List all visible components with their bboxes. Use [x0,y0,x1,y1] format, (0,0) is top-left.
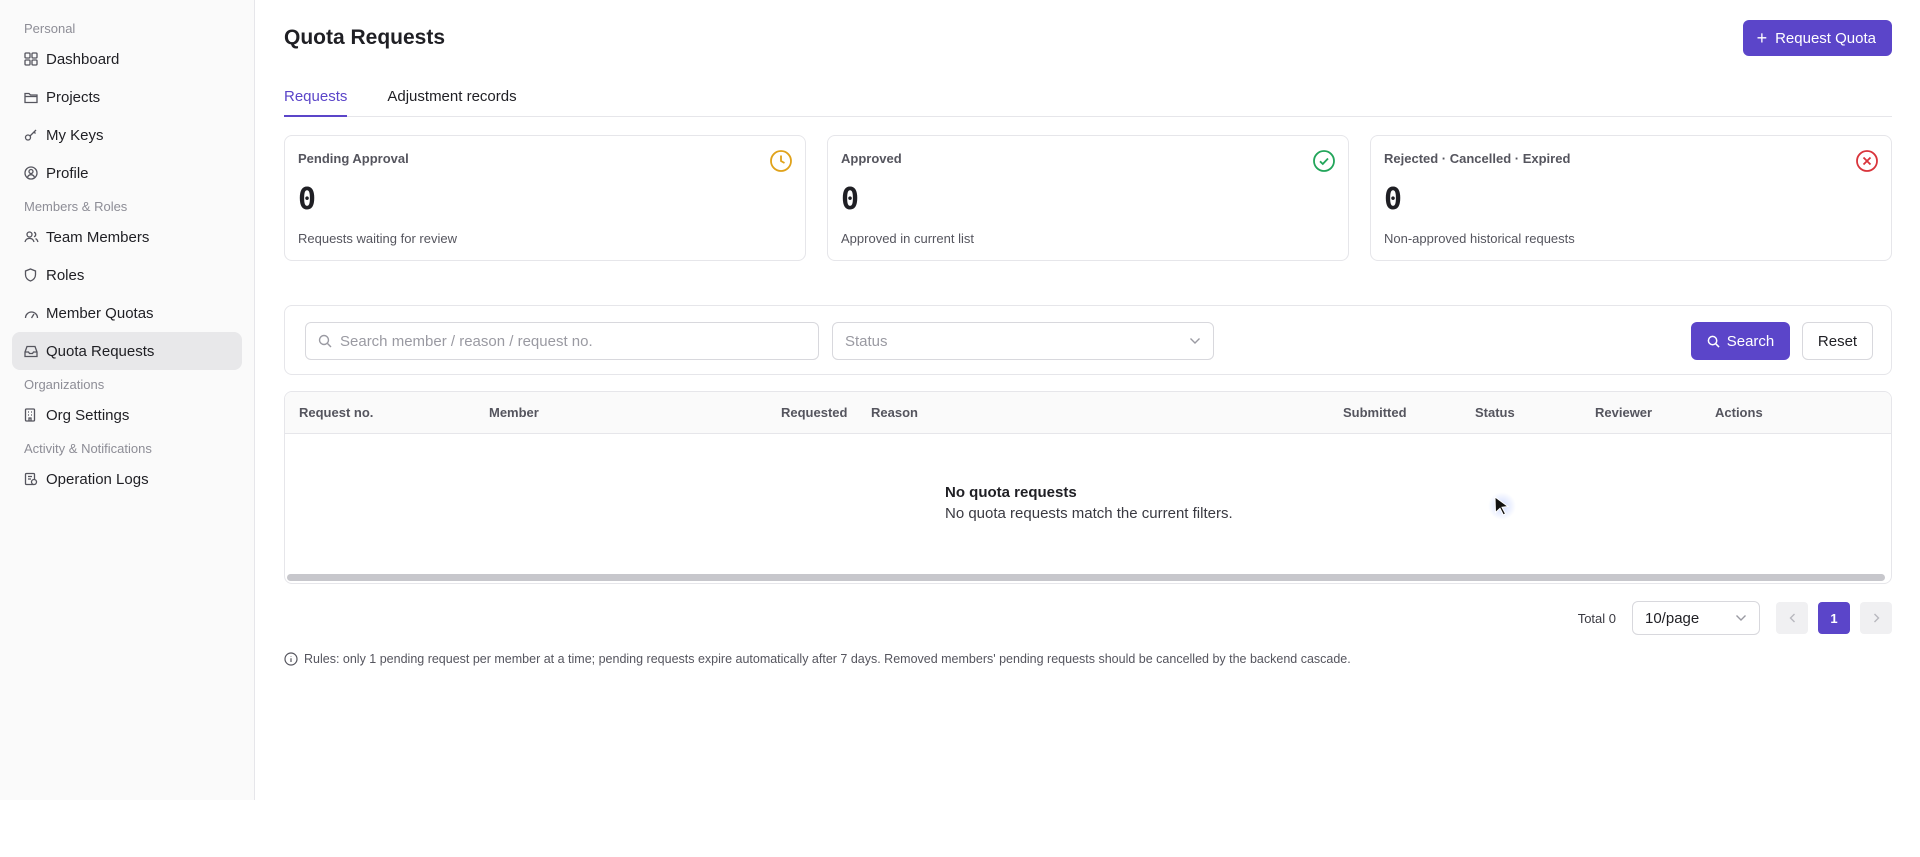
requests-table: Request no. Member Requested Reason Subm… [284,391,1892,584]
total-count: Total 0 [1577,610,1616,626]
folder-icon [24,89,46,105]
shield-icon [24,267,46,283]
card-title: Approved [841,151,902,166]
sidebar-item-my-keys[interactable]: My Keys [12,116,242,154]
card-rejected-cancelled-expired: Rejected · Cancelled · Expired 0 Non-app… [1370,135,1892,261]
sidebar-item-label: Profile [46,164,89,182]
sidebar-item-projects[interactable]: Projects [12,78,242,116]
tab-bar: Requests Adjustment records [284,85,1892,117]
search-input[interactable] [340,332,800,350]
pagination: Total 0 10/page 1 [1578,601,1892,635]
rules-note: Rules: only 1 pending request per member… [284,652,1351,666]
sidebar-item-label: Org Settings [46,406,130,424]
page-button-current[interactable]: 1 [1818,602,1850,634]
sidebar-section-organizations: Organizations [24,377,105,392]
cursor-arrow-icon [1494,496,1510,516]
sidebar-item-label: Dashboard [46,50,120,68]
sidebar-item-label: My Keys [46,126,104,144]
empty-state: No quota requests No quota requests matc… [945,484,1233,522]
column-submitted[interactable]: Submitted [1343,405,1407,420]
status-select-placeholder: Status [845,332,888,350]
card-pending-approval: Pending Approval 0 Requests waiting for … [284,135,806,261]
sidebar-section-members-roles: Members & Roles [24,199,128,214]
card-value: 0 [298,182,317,217]
chevron-down-icon [1736,615,1746,621]
horizontal-scrollbar[interactable] [287,574,1885,581]
sidebar: Personal Dashboard Projects My Keys Prof… [0,0,255,800]
card-value: 0 [1384,182,1403,217]
reset-button[interactable]: Reset [1802,322,1873,360]
search-button[interactable]: Search [1691,322,1790,360]
card-approved: Approved 0 Approved in current list [827,135,1349,261]
card-description: Requests waiting for review [298,231,457,246]
tab-adjustment-records[interactable]: Adjustment records [387,85,516,117]
column-status[interactable]: Status [1475,405,1515,420]
column-reason[interactable]: Reason [871,405,918,420]
x-circle-icon [1856,150,1878,172]
column-requested[interactable]: Requested [781,405,847,420]
prev-page-button[interactable] [1776,602,1808,634]
inbox-icon [24,343,46,359]
column-reviewer[interactable]: Reviewer [1595,405,1652,420]
sidebar-item-roles[interactable]: Roles [12,256,242,294]
sidebar-item-dashboard[interactable]: Dashboard [12,40,242,78]
building-icon [24,407,46,423]
window-bottom-band [0,800,1920,857]
search-icon [318,334,332,348]
sidebar-section-personal: Personal [24,21,76,36]
sidebar-item-member-quotas[interactable]: Member Quotas [12,294,242,332]
check-circle-icon [1313,150,1335,172]
filter-bar: Status Search Reset [284,305,1892,375]
status-select[interactable]: Status [832,322,1214,360]
sidebar-item-label: Operation Logs [46,470,149,488]
sidebar-item-label: Projects [46,88,101,106]
next-page-button[interactable] [1860,602,1892,634]
sidebar-item-operation-logs[interactable]: Operation Logs [12,460,242,498]
dashboard-icon [24,51,46,67]
tab-requests[interactable]: Requests [284,85,348,117]
clock-icon [770,150,792,172]
sidebar-item-profile[interactable]: Profile [12,154,242,192]
column-member[interactable]: Member [489,405,539,420]
request-quota-button[interactable]: + Request Quota [1742,20,1892,56]
page-size-select[interactable]: 10/page [1632,601,1760,635]
search-field[interactable] [305,322,819,360]
key-icon [24,127,46,143]
sidebar-item-label: Quota Requests [46,342,155,360]
info-icon [284,652,298,666]
column-request-no[interactable]: Request no. [299,405,373,420]
summary-cards: Pending Approval 0 Requests waiting for … [284,135,1892,261]
request-quota-label: Request Quota [1775,29,1876,47]
plus-icon: + [1756,28,1768,48]
chevron-left-icon [1789,613,1795,623]
sidebar-item-label: Roles [46,266,85,284]
card-title: Rejected · Cancelled · Expired [1384,151,1571,166]
sidebar-item-team-members[interactable]: Team Members [12,218,242,256]
sidebar-item-label: Team Members [46,228,150,246]
empty-state-description: No quota requests match the current filt… [945,505,1233,522]
card-description: Approved in current list [841,231,974,246]
search-button-label: Search [1726,332,1775,350]
column-actions[interactable]: Actions [1715,405,1763,420]
card-title: Pending Approval [298,151,409,166]
sidebar-section-activity: Activity & Notifications [24,441,152,456]
search-icon [1707,335,1720,348]
users-icon [24,229,46,245]
mouse-cursor [1488,492,1516,520]
table-header: Request no. Member Requested Reason Subm… [285,392,1891,434]
gauge-icon [24,305,46,321]
card-value: 0 [841,182,860,217]
chevron-right-icon [1873,613,1879,623]
card-description: Non-approved historical requests [1384,231,1575,246]
rules-text: Rules: only 1 pending request per member… [304,652,1351,666]
logs-icon [24,471,46,487]
sidebar-item-label: Member Quotas [46,304,154,322]
empty-state-title: No quota requests [945,484,1077,501]
profile-icon [24,165,46,181]
page-title: Quota Requests [284,26,446,49]
sidebar-item-quota-requests[interactable]: Quota Requests [12,332,242,370]
sidebar-item-org-settings[interactable]: Org Settings [12,396,242,434]
page-size-value: 10/page [1645,609,1700,627]
chevron-down-icon [1190,338,1200,344]
